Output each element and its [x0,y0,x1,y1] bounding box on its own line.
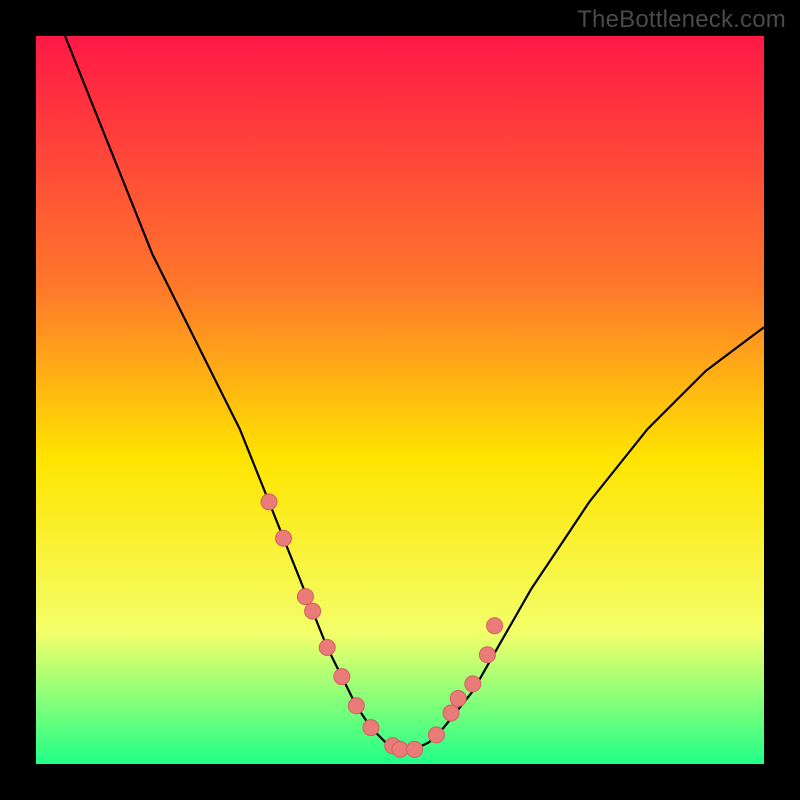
marker-dot [465,676,481,692]
gradient-background [36,36,764,764]
marker-dot [443,705,459,721]
marker-dot [450,691,466,707]
marker-dot [487,618,503,634]
marker-dot [261,494,277,510]
marker-dot [305,603,321,619]
marker-dot [297,589,313,605]
marker-dot [407,741,423,757]
marker-dot [392,741,408,757]
chart-svg [0,0,800,800]
chart-container: TheBottleneck.com [0,0,800,800]
watermark-text: TheBottleneck.com [577,6,786,34]
marker-dot [348,698,364,714]
marker-dot [428,727,444,743]
marker-dot [334,669,350,685]
marker-dot [276,530,292,546]
marker-dot [363,720,379,736]
marker-dot [479,647,495,663]
marker-dot [319,640,335,656]
